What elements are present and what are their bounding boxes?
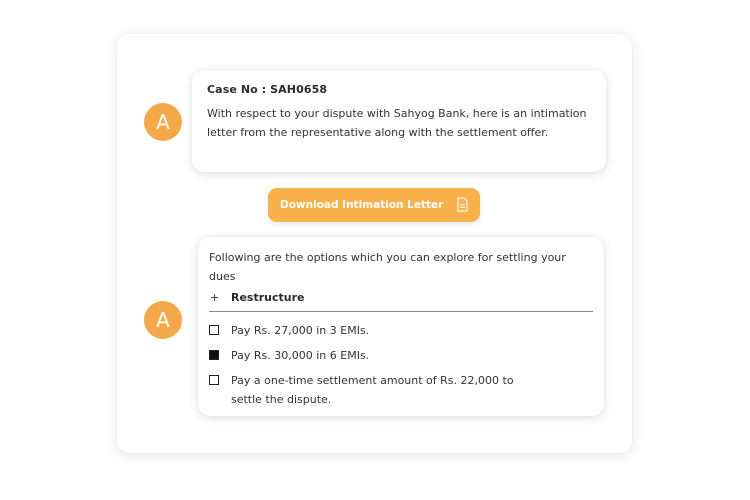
option-label: Pay a one-time settlement amount of Rs. … xyxy=(231,374,514,406)
document-icon xyxy=(457,197,468,212)
restructure-section-header[interactable]: + Restructure xyxy=(209,291,593,312)
option-row[interactable]: Pay Rs. 27,000 in 3 EMIs. xyxy=(209,321,593,340)
download-intimation-letter-button[interactable]: Download Intimation Letter xyxy=(268,188,480,222)
message-text: With respect to your dispute with Sahyog… xyxy=(207,107,587,139)
download-button-label: Download Intimation Letter xyxy=(280,199,444,211)
option-row[interactable]: Pay a one-time settlement amount of Rs. … xyxy=(209,371,593,409)
option-row[interactable]: Pay Rs. 30,000 in 6 EMIs. xyxy=(209,346,593,365)
agent-avatar: A xyxy=(144,301,182,339)
case-number: Case No : SAH0658 xyxy=(207,83,328,96)
options-intro: Following are the options which you can … xyxy=(209,251,566,283)
chat-panel: A Case No : SAH0658 With respect to your… xyxy=(117,34,632,453)
options-bubble: Following are the options which you can … xyxy=(198,237,604,416)
option-checkbox-icon[interactable] xyxy=(209,375,219,385)
option-checkbox-icon[interactable] xyxy=(209,325,219,335)
restructure-label: Restructure xyxy=(231,291,305,304)
expand-plus-icon[interactable]: + xyxy=(209,291,231,304)
option-label: Pay Rs. 27,000 in 3 EMIs. xyxy=(231,324,370,337)
agent-avatar: A xyxy=(144,103,182,141)
option-checkbox-checked-icon[interactable] xyxy=(209,350,219,360)
option-label: Pay Rs. 30,000 in 6 EMIs. xyxy=(231,349,370,362)
message-bubble: Case No : SAH0658 With respect to your d… xyxy=(192,70,606,172)
